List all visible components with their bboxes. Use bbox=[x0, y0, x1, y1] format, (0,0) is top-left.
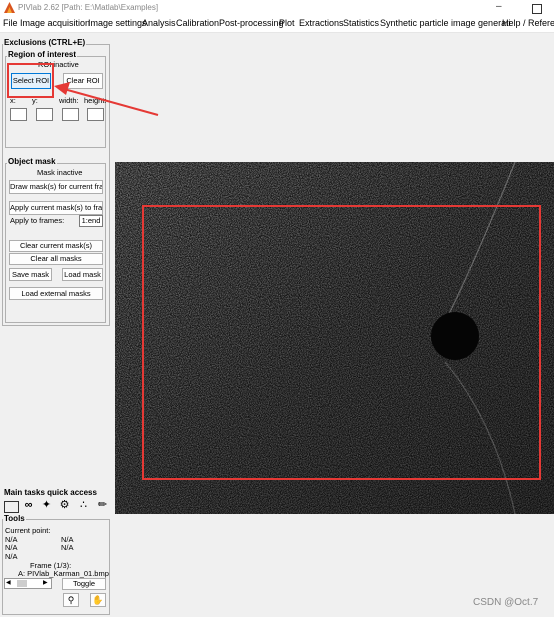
slider-thumb[interactable] bbox=[17, 580, 27, 587]
slider-left-icon[interactable]: ◀ bbox=[6, 579, 11, 586]
gear-icon[interactable]: ⚙ bbox=[56, 498, 73, 513]
slider-right-icon[interactable]: ▶ bbox=[43, 579, 48, 586]
roi-x-input[interactable] bbox=[10, 108, 27, 121]
draw-mask-button[interactable]: Draw mask(s) for current fra... bbox=[9, 180, 103, 194]
zoom-icon[interactable]: ⚲ bbox=[63, 593, 79, 607]
menu-extractions[interactable]: Extractions bbox=[299, 18, 344, 28]
menu-synthetic-particle[interactable]: Synthetic particle image generati bbox=[380, 18, 511, 28]
watermark: CSDN @Oct.7 bbox=[473, 597, 539, 608]
magic-wand-icon[interactable]: ✦ bbox=[38, 498, 55, 513]
menu-bar: File Image acquisition Image settings An… bbox=[0, 16, 554, 33]
mask-status: Mask inactive bbox=[37, 168, 83, 177]
quick-access-title: Main tasks quick access bbox=[3, 488, 98, 497]
window-title: PIVlab 2.62 [Path: E:\Matlab\Examples] bbox=[18, 3, 159, 12]
point-value: N/A bbox=[5, 543, 18, 552]
menu-analysis[interactable]: Analysis bbox=[142, 18, 176, 28]
exclusions-title: Exclusions (CTRL+E) bbox=[3, 38, 87, 47]
ruler-icon[interactable]: ✏ bbox=[94, 498, 111, 513]
mask-title: Object mask bbox=[7, 157, 57, 166]
frame-file-name: A: PIVlab_Karman_01.bmp bbox=[18, 569, 109, 578]
load-images-icon[interactable] bbox=[4, 501, 19, 513]
frame-slider[interactable]: ◀ ▶ bbox=[4, 578, 52, 589]
maximize-icon[interactable] bbox=[532, 4, 542, 14]
clear-all-masks-button[interactable]: Clear all masks bbox=[9, 253, 103, 265]
menu-file[interactable]: File bbox=[3, 18, 18, 28]
menu-image-acquisition[interactable]: Image acquisition bbox=[20, 18, 90, 28]
clear-current-mask-button[interactable]: Clear current mask(s) bbox=[9, 240, 103, 252]
point-value: N/A bbox=[5, 552, 18, 561]
apply-frames-input[interactable]: 1:end bbox=[79, 215, 103, 227]
load-external-masks-button[interactable]: Load external masks bbox=[9, 287, 103, 300]
save-mask-button[interactable]: Save mask bbox=[9, 268, 52, 281]
point-value: N/A bbox=[61, 543, 74, 552]
apply-to-frames-label: Apply to frames: bbox=[10, 216, 65, 225]
apply-mask-button[interactable]: Apply current mask(s) to fra... bbox=[9, 201, 103, 215]
menu-statistics[interactable]: Statistics bbox=[343, 18, 379, 28]
load-mask-button[interactable]: Load mask bbox=[62, 268, 103, 281]
select-roi-highlight bbox=[7, 63, 54, 98]
menu-plot[interactable]: Plot bbox=[279, 18, 295, 28]
menu-calibration[interactable]: Calibration bbox=[176, 18, 219, 28]
pivlab-app-icon bbox=[4, 2, 15, 13]
title-bar: PIVlab 2.62 [Path: E:\Matlab\Examples] – bbox=[0, 0, 554, 16]
toggle-button[interactable]: Toggle bbox=[62, 578, 106, 590]
menu-help[interactable]: Help / Refere bbox=[502, 18, 554, 28]
scatter-icon[interactable]: ∴ bbox=[75, 498, 92, 513]
menu-image-settings[interactable]: Image settings bbox=[88, 18, 147, 28]
minimize-icon[interactable]: – bbox=[496, 1, 502, 12]
pan-hand-icon[interactable]: ✋ bbox=[90, 593, 106, 607]
current-point-label: Current point: bbox=[5, 526, 51, 535]
menu-post-processing[interactable]: Post-processing bbox=[219, 18, 284, 28]
annotation-arrow bbox=[54, 82, 159, 116]
roi-title: Region of interest bbox=[7, 50, 78, 59]
glasses-icon[interactable]: ∞ bbox=[20, 498, 37, 513]
roi-annotation-rectangle bbox=[142, 205, 541, 480]
tools-title: Tools bbox=[3, 514, 26, 523]
